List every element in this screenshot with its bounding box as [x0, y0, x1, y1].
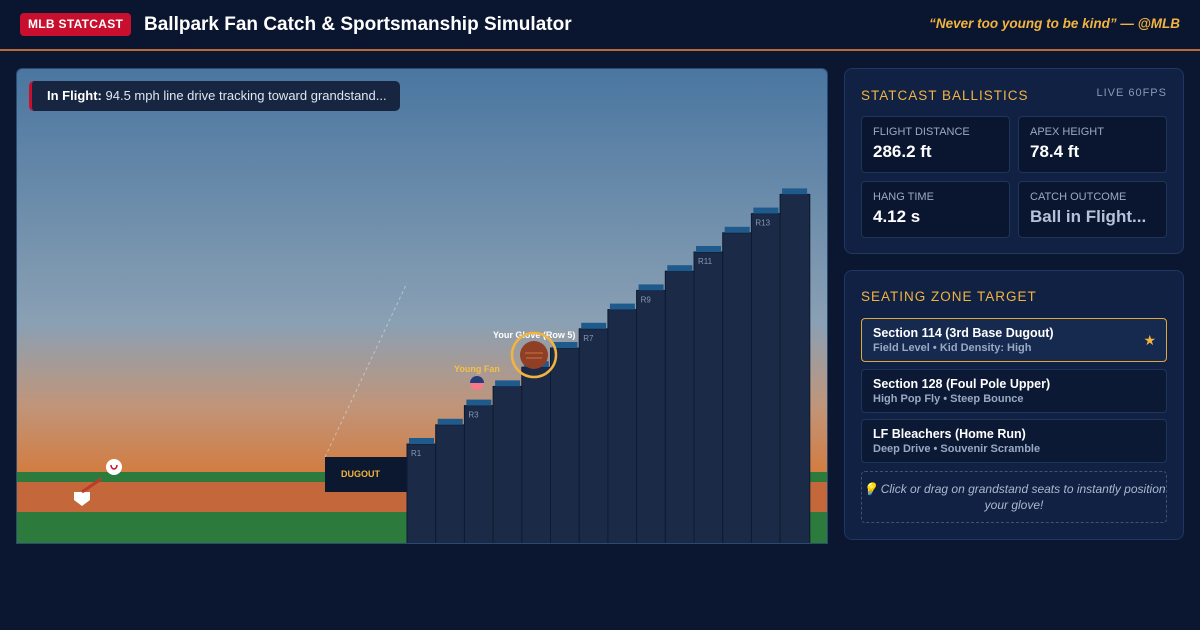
stat-flight-distance: FLIGHT DISTANCE 286.2 ft [861, 116, 1010, 173]
stat-label: APEX HEIGHT [1030, 126, 1104, 138]
zone-option-lf-bleachers[interactable]: LF Bleachers (Home Run) Deep Drive • Sou… [861, 419, 1167, 463]
app-title: Ballpark Fan Catch & Sportsmanship Simul… [144, 14, 572, 35]
seat-row[interactable] [409, 438, 434, 444]
stat-label: HANG TIME [873, 191, 934, 203]
grandstand-row[interactable] [779, 193, 811, 544]
glove-label: Your Glove (Row 5) [493, 330, 575, 340]
seat-row[interactable] [667, 265, 693, 272]
stat-value: 78.4 ft [1030, 142, 1080, 161]
dugout-label: DUGOUT [341, 469, 380, 479]
seat-row[interactable] [495, 380, 521, 387]
zone-name: Section 128 (Foul Pole Upper) [873, 377, 1051, 391]
row-label: R7 [583, 334, 594, 343]
grandstand-row[interactable] [550, 347, 581, 544]
grandstand-row[interactable] [492, 385, 524, 544]
row-label: R11 [698, 257, 713, 266]
row-label: R3 [468, 411, 479, 420]
flight-status: In Flight: 94.5 mph line drive tracking … [29, 81, 400, 111]
zone-details: High Pop Fly • Steep Bounce [873, 393, 1024, 405]
selected-star-icon: ★ [1143, 332, 1156, 348]
glove-icon [520, 341, 548, 369]
row-label: R13 [755, 219, 770, 228]
ballistics-panel: STATCAST BALLISTICS LIVE 60FPS FLIGHT DI… [844, 68, 1184, 254]
stat-value: 286.2 ft [873, 142, 932, 161]
tagline: “Never too young to be kind” — @MLB [929, 16, 1180, 31]
seat-row[interactable] [638, 284, 664, 291]
stat-label: FLIGHT DISTANCE [873, 126, 970, 138]
seat-row[interactable] [696, 246, 721, 252]
live-fps-indicator: LIVE 60FPS [1096, 87, 1167, 99]
seating-zone-title: SEATING ZONE TARGET [861, 289, 1037, 304]
zone-details: Field Level • Kid Density: High [873, 342, 1032, 354]
ballpark-canvas[interactable]: DUGOUT R1 R3 R7 R9 R11 R13 Young Fan Your Glo… [16, 68, 828, 544]
grandstand-row[interactable] [521, 366, 552, 544]
stat-value: 4.12 s [873, 207, 921, 226]
seat-row[interactable] [724, 226, 750, 233]
grandstand-row[interactable] [578, 328, 610, 544]
ballistics-title: STATCAST BALLISTICS [861, 88, 1029, 103]
grandstand-row[interactable] [722, 232, 753, 544]
grandstand-row[interactable] [636, 289, 667, 544]
grandstand-row[interactable] [435, 424, 466, 544]
batter-icon [106, 459, 122, 475]
flight-status-text: 94.5 mph line drive tracking toward gran… [105, 88, 387, 103]
row-label: R1 [411, 449, 422, 458]
grandstand-row[interactable] [607, 309, 639, 544]
seat-row[interactable] [753, 207, 779, 214]
grandstand-row[interactable] [693, 251, 725, 544]
stat-value: Ball in Flight... [1030, 207, 1147, 226]
young-fan-label: Young Fan [454, 364, 500, 374]
row-label: R9 [641, 295, 652, 304]
stat-catch-outcome: CATCH OUTCOME Ball in Flight... [1018, 181, 1167, 238]
grandstand-row[interactable] [406, 443, 438, 544]
flight-status-label: In Flight: [47, 88, 102, 103]
young-fan-icon [470, 376, 484, 390]
zone-option-section-114[interactable]: Section 114 (3rd Base Dugout) Field Leve… [861, 318, 1167, 362]
zone-option-section-128[interactable]: Section 128 (Foul Pole Upper) High Pop F… [861, 369, 1167, 413]
seat-row[interactable] [581, 322, 607, 329]
ballpark-scene[interactable]: DUGOUT R1 R3 R7 R9 R11 R13 Young Fan Your Glo… [17, 69, 828, 544]
positioning-hint: 💡 Click or drag on grandstand seats to i… [861, 471, 1167, 523]
seat-row[interactable] [552, 342, 578, 348]
grandstand-row[interactable] [463, 405, 495, 544]
seat-row[interactable] [609, 303, 635, 310]
seat-row[interactable] [782, 188, 808, 195]
stat-label: CATCH OUTCOME [1030, 191, 1127, 203]
app-header: MLB STATCAST Ballpark Fan Catch & Sports… [0, 0, 1200, 51]
grandstand-row[interactable] [750, 213, 782, 544]
grandstand-row[interactable] [664, 270, 696, 544]
zone-details: Deep Drive • Souvenir Scramble [873, 443, 1041, 455]
seat-row[interactable] [466, 399, 492, 406]
stat-hang-time: HANG TIME 4.12 s [861, 181, 1010, 238]
seating-zone-panel: SEATING ZONE TARGET Section 114 (3rd Bas… [844, 270, 1184, 540]
seat-row[interactable] [437, 418, 463, 425]
mlb-statcast-badge: MLB STATCAST [20, 13, 132, 36]
stat-apex-height: APEX HEIGHT 78.4 ft [1018, 116, 1167, 173]
zone-name: LF Bleachers (Home Run) [873, 427, 1026, 441]
zone-name: Section 114 (3rd Base Dugout) [873, 326, 1054, 340]
